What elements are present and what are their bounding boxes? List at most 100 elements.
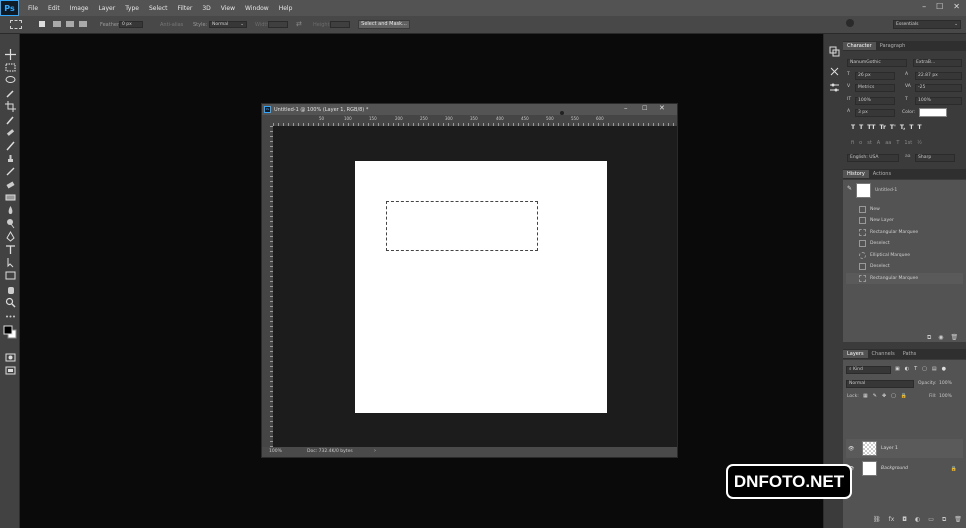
horizontal-ruler[interactable]: 50 100 150 200 250 300 350 400 450 500 5… [273, 115, 677, 126]
tab-layers[interactable]: Layers [843, 350, 868, 358]
lock-position-icon[interactable]: ✥ [882, 393, 886, 399]
snapshot-brush-icon[interactable]: ✎ [847, 185, 852, 192]
layer-row[interactable]: 👁 Background 🔒 [846, 459, 963, 478]
layer-row[interactable]: 👁 Layer 1 [846, 439, 963, 458]
visibility-eye-icon[interactable]: 👁 [848, 446, 857, 452]
history-item[interactable]: Elliptical Marquee [846, 250, 963, 261]
select-and-mask-button[interactable]: Select and Mask... [358, 20, 410, 29]
faux-bold-button[interactable]: T [851, 124, 855, 131]
text-color-swatch[interactable] [919, 108, 947, 117]
menu-select[interactable]: Select [144, 5, 173, 12]
tab-character[interactable]: Character [843, 42, 876, 50]
vertical-scale-input[interactable]: 100% [855, 97, 895, 105]
history-panel-icon[interactable] [829, 46, 840, 57]
snapshot-thumbnail[interactable] [856, 183, 871, 198]
move-tool-icon[interactable] [5, 49, 16, 60]
strikethrough-button[interactable]: T [917, 124, 921, 131]
history-item[interactable]: New [846, 204, 963, 215]
menu-3d[interactable]: 3D [197, 5, 215, 12]
lock-all-icon[interactable]: 🔒 [901, 393, 907, 399]
smart-object-filter-icon[interactable]: ▤ [932, 366, 937, 372]
tracking-select[interactable]: -25 [915, 84, 962, 92]
marquee-preset-icon[interactable] [10, 20, 22, 29]
swap-icon[interactable]: ⇄ [296, 20, 302, 28]
new-group-icon[interactable]: ▭ [928, 516, 934, 524]
type-filter-icon[interactable]: T [914, 366, 917, 372]
menu-file[interactable]: File [23, 5, 43, 12]
tab-history[interactable]: History [843, 170, 869, 178]
font-size-input[interactable]: 26 px [855, 72, 895, 80]
crop-tool-icon[interactable] [5, 101, 16, 112]
horizontal-scale-input[interactable]: 100% [915, 97, 962, 105]
fraction-icon[interactable]: ½ [917, 140, 922, 146]
color-swatches-icon[interactable] [3, 324, 17, 340]
history-item[interactable]: Deselect [846, 261, 963, 272]
pen-tool-icon[interactable] [5, 231, 16, 242]
eyedropper-tool-icon[interactable] [5, 114, 16, 125]
subscript-button[interactable]: T, [900, 124, 906, 131]
layer-mask-icon[interactable]: ◘ [902, 516, 907, 524]
subtract-selection-icon[interactable] [66, 21, 74, 27]
blur-tool-icon[interactable] [5, 205, 16, 216]
leading-input[interactable]: 22.87 px [915, 72, 962, 80]
tab-paragraph[interactable]: Paragraph [876, 42, 910, 50]
trash-icon[interactable]: 🗑 [951, 334, 959, 342]
feather-input[interactable]: 0 px [119, 21, 143, 28]
history-item[interactable]: Rectangular Marquee [846, 227, 963, 238]
hand-tool-icon[interactable] [5, 284, 16, 295]
all-caps-button[interactable]: TT [867, 124, 875, 131]
height-input[interactable] [330, 21, 350, 28]
zoom-tool-icon[interactable] [5, 297, 16, 308]
history-brush-tool-icon[interactable] [5, 166, 16, 177]
font-style-select[interactable]: ExtraB... [913, 59, 962, 67]
menu-edit[interactable]: Edit [43, 5, 65, 12]
add-selection-icon[interactable] [53, 21, 61, 27]
screen-mode-icon[interactable] [5, 365, 16, 376]
new-layer-icon[interactable]: ⧉ [942, 516, 946, 524]
tab-channels[interactable]: Channels [868, 350, 899, 358]
menu-view[interactable]: View [216, 5, 240, 12]
menu-layer[interactable]: Layer [93, 5, 120, 12]
layer-filter-kind[interactable]: ⌕ Kind [846, 366, 891, 374]
gradient-tool-icon[interactable] [5, 192, 16, 203]
canvas[interactable] [355, 161, 607, 413]
doc-close-icon[interactable]: ✕ [659, 104, 665, 112]
new-document-from-state-icon[interactable]: ⧉ [927, 334, 931, 342]
close-icon[interactable]: ✕ [953, 2, 960, 11]
pixel-filter-icon[interactable]: ▣ [895, 366, 900, 372]
language-select[interactable]: English: USA [847, 154, 899, 162]
faux-italic-button[interactable]: T [859, 124, 863, 131]
underline-button[interactable]: T [909, 124, 913, 131]
adjustment-layer-icon[interactable]: ◐ [915, 516, 920, 524]
history-item[interactable]: Deselect [846, 238, 963, 249]
zoom-level[interactable]: 100% [269, 449, 282, 454]
intersect-selection-icon[interactable] [79, 21, 87, 27]
small-caps-button[interactable]: Tr [880, 124, 886, 131]
font-family-select[interactable]: NanumGothic [847, 59, 907, 67]
trash-icon[interactable]: 🗑 [954, 516, 962, 524]
filter-toggle-icon[interactable]: ● [942, 366, 946, 372]
more-tools-icon[interactable] [5, 311, 16, 322]
history-item-selected[interactable]: Rectangular Marquee [846, 273, 963, 284]
menu-type[interactable]: Type [120, 5, 144, 12]
workspace-select[interactable]: Essentials ⌄ [893, 20, 961, 29]
quick-selection-tool-icon[interactable] [5, 88, 16, 99]
new-selection-icon[interactable] [39, 21, 45, 27]
tab-paths[interactable]: Paths [899, 350, 921, 358]
actions-panel-icon[interactable] [829, 66, 840, 77]
antialias-checkbox[interactable]: Anti-alias [160, 22, 183, 28]
camera-icon[interactable]: ◉ [938, 334, 943, 342]
maximize-icon[interactable]: ☐ [936, 2, 943, 11]
ordinal-icon[interactable]: 1st [904, 140, 912, 146]
rectangular-selection[interactable] [386, 201, 538, 251]
brush-tool-icon[interactable] [5, 140, 16, 151]
ruler-origin[interactable] [262, 115, 273, 126]
kerning-select[interactable]: Metrics [855, 84, 895, 92]
snapshot-name[interactable]: Untitled-1 [875, 188, 897, 193]
discretionary-icon[interactable]: st [867, 140, 872, 146]
adjustment-filter-icon[interactable]: ◐ [905, 366, 909, 372]
quick-mask-icon[interactable] [5, 352, 16, 363]
lock-transparent-icon[interactable]: ▦ [863, 393, 868, 399]
menu-help[interactable]: Help [274, 5, 298, 12]
clone-stamp-tool-icon[interactable] [5, 153, 16, 164]
